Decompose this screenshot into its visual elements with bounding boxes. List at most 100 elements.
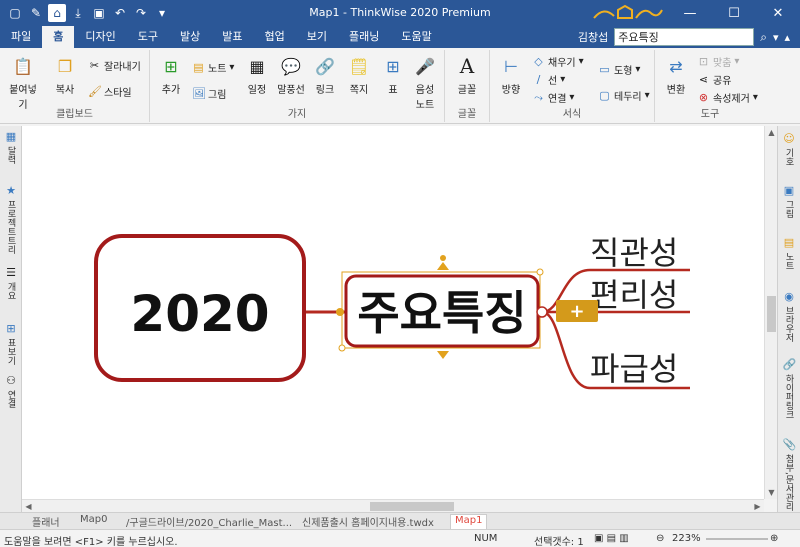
selection-handle[interactable] bbox=[536, 268, 544, 276]
left-tab-label: 표보기 bbox=[5, 338, 16, 365]
remove-attributes-button[interactable]: ⊗ 속성제거 ▾ bbox=[697, 90, 758, 105]
left-tab-project-tree[interactable]: ★ 프로젝트트리 bbox=[3, 184, 19, 254]
direction-label: 방향 bbox=[501, 85, 521, 96]
add-branch-icon: ⊞ bbox=[164, 56, 178, 76]
zoom-slider[interactable] bbox=[706, 538, 768, 540]
tab-help[interactable]: 도움말 bbox=[390, 26, 442, 48]
link-button[interactable]: 🔗 링크 bbox=[308, 54, 342, 97]
tab-home[interactable]: 홈 bbox=[42, 26, 75, 48]
right-tab-symbols[interactable]: ☺ 기호 bbox=[781, 132, 797, 166]
vertical-scroll-thumb[interactable] bbox=[767, 296, 776, 332]
tab-presentation[interactable]: 발표 bbox=[211, 26, 253, 48]
memo-button[interactable]: 🗒 쪽지 bbox=[342, 54, 376, 97]
right-tab-browser[interactable]: ◉ 브라우저 bbox=[781, 290, 797, 342]
selection-handle[interactable] bbox=[338, 344, 346, 352]
user-name[interactable]: 김창섭 bbox=[578, 29, 608, 45]
table-icon: ⊞ bbox=[6, 322, 16, 335]
vertical-scrollbar[interactable]: ▲ ▼ bbox=[764, 126, 777, 499]
view-mode-icons[interactable]: ▣ ▤ ▥ bbox=[594, 533, 629, 544]
font-icon: A bbox=[459, 54, 475, 78]
close-button[interactable]: ✕ bbox=[756, 0, 800, 26]
copy-icon: ❐ bbox=[57, 56, 73, 76]
callout-button[interactable]: 💬 말풍선 bbox=[274, 54, 308, 97]
border-label: 테두리 bbox=[614, 92, 642, 103]
move-up-arrow-icon[interactable] bbox=[437, 262, 449, 270]
tab-ideation[interactable]: 발상 bbox=[169, 26, 211, 48]
right-tab-pictures[interactable]: ▣ 그림 bbox=[781, 184, 797, 218]
border-button[interactable]: ▢ 테두리 ▾ bbox=[598, 88, 649, 103]
horizontal-scrollbar[interactable]: ◀ ▶ bbox=[22, 499, 764, 512]
mindmap-canvas[interactable]: 2020 주요특징 직관성 편리성 파급성 + bbox=[22, 126, 764, 499]
horizontal-scroll-thumb[interactable] bbox=[370, 502, 454, 511]
search-dropdown-icon[interactable]: ▾ bbox=[773, 31, 779, 44]
doc-tab-google-drive[interactable]: /구글드라이브/2020_Charlie_Mast... bbox=[126, 514, 292, 529]
connect-button[interactable]: ⤳ 연결 ▾ bbox=[532, 90, 574, 106]
zoom-in-icon[interactable]: ⊕ bbox=[770, 533, 778, 544]
window-controls: — ☐ ✕ bbox=[668, 0, 800, 26]
thinkwise-logo-icon bbox=[593, 4, 663, 19]
line-button[interactable]: ∕ 선 ▾ bbox=[532, 72, 566, 87]
copy-button[interactable]: ❐ 복사 bbox=[48, 54, 82, 97]
zoom-out-icon[interactable]: ⊖ bbox=[656, 533, 664, 544]
schedule-button[interactable]: ▦ 일정 bbox=[240, 54, 274, 97]
tab-collaboration[interactable]: 협업 bbox=[254, 26, 296, 48]
left-connector-handle[interactable] bbox=[336, 308, 344, 316]
schedule-label: 일정 bbox=[247, 85, 267, 96]
group-format-name: 서식 bbox=[562, 109, 582, 120]
fit-button[interactable]: ⊡ 맞춤 ▾ bbox=[697, 54, 740, 69]
convert-button[interactable]: ⇄ 변환 bbox=[659, 54, 693, 97]
remove-icon: ⊗ bbox=[698, 91, 709, 104]
right-tab-hyperlink[interactable]: 🔗 하이퍼링크 bbox=[781, 358, 797, 419]
left-tab-connect[interactable]: ⚇ 연결 bbox=[3, 374, 19, 408]
doc-tab-new-product[interactable]: 신제품출시 홈페이지내용.twdx bbox=[302, 514, 434, 529]
minimize-button[interactable]: — bbox=[668, 0, 712, 26]
branch-text-2[interactable]: 편리성 bbox=[590, 276, 678, 314]
tab-view[interactable]: 보기 bbox=[296, 26, 338, 48]
direction-button[interactable]: ⊢ 방향 bbox=[494, 54, 528, 97]
calendar-icon: ▦ bbox=[5, 130, 17, 143]
note-button[interactable]: ▤ 노트 ▾ bbox=[192, 60, 234, 75]
doc-tab-map0[interactable]: Map0 bbox=[80, 514, 107, 529]
doc-tab-map1[interactable]: Map1 bbox=[450, 514, 488, 529]
font-button[interactable]: A 글꼴 bbox=[450, 54, 484, 96]
right-tab-attachments[interactable]: 📎 첨부,문서관리 bbox=[781, 438, 797, 511]
status-zoom-level[interactable]: 223% bbox=[672, 533, 701, 544]
tab-planning[interactable]: 플래닝 bbox=[338, 26, 390, 48]
style-button[interactable]: 🖌 스타일 bbox=[88, 84, 132, 99]
search-icon[interactable]: ⌕ bbox=[760, 30, 767, 45]
shape-button[interactable]: ▭ 도형 ▾ bbox=[598, 62, 640, 77]
maximize-button[interactable]: ☐ bbox=[712, 0, 756, 26]
left-tab-calendar[interactable]: ▦ 달력 bbox=[3, 130, 19, 164]
paste-button[interactable]: 📋 붙여넣기 bbox=[6, 54, 40, 112]
microphone-icon: 🎤 bbox=[415, 56, 435, 76]
tab-tools[interactable]: 도구 bbox=[127, 26, 169, 48]
table-button[interactable]: ⊞ 표 bbox=[376, 54, 410, 97]
font-label: 글꼴 bbox=[457, 85, 477, 96]
cut-button[interactable]: ✂ 잘라내기 bbox=[88, 58, 141, 73]
share-button[interactable]: ⋖ 공유 bbox=[697, 72, 732, 87]
search-input[interactable] bbox=[614, 28, 755, 46]
left-tab-outline[interactable]: ☰ 개요 bbox=[3, 266, 19, 300]
tab-design[interactable]: 디자인 bbox=[74, 26, 126, 48]
tab-file[interactable]: 파일 bbox=[0, 26, 42, 48]
ribbon-collapse-icon[interactable]: ▴ bbox=[784, 31, 790, 44]
ribbon-tabs: 파일 홈 디자인 도구 발상 발표 협업 보기 플래닝 도움말 김창섭 ⌕ ▾ … bbox=[0, 26, 800, 48]
branch-start-handle[interactable] bbox=[536, 306, 548, 318]
picture-button[interactable]: 🖼 그림 bbox=[192, 86, 226, 101]
move-down-arrow-icon[interactable] bbox=[437, 351, 449, 359]
root-node-text: 2020 bbox=[130, 285, 269, 343]
group-tools: ⇄ 변환 ⊡ 맞춤 ▾ ⋖ 공유 ⊗ 속성제거 ▾ 도구 bbox=[655, 50, 765, 122]
doc-tab-planner[interactable]: 플래너 bbox=[32, 514, 60, 529]
fill-icon: ◇ bbox=[534, 55, 543, 68]
add-branch-button[interactable]: ⊞ 추가 bbox=[154, 54, 188, 97]
top-handle-dot[interactable] bbox=[440, 255, 446, 261]
voice-note-button[interactable]: 🎤 음성 노트 bbox=[408, 54, 442, 112]
left-tab-table-view[interactable]: ⊞ 표보기 bbox=[3, 322, 19, 365]
branch-text-1[interactable]: 직관성 bbox=[590, 234, 678, 272]
fill-button[interactable]: ◇ 채우기 ▾ bbox=[532, 54, 583, 69]
left-side-panel: ▦ 달력 ★ 프로젝트트리 ☰ 개요 ⊞ 표보기 ⚇ 연결 bbox=[0, 126, 22, 518]
branch-text-3[interactable]: 파급성 bbox=[590, 350, 678, 388]
right-tab-notes[interactable]: ▤ 노트 bbox=[781, 236, 797, 270]
star-icon: ★ bbox=[6, 184, 16, 197]
note-icon: ▤ bbox=[783, 236, 795, 249]
